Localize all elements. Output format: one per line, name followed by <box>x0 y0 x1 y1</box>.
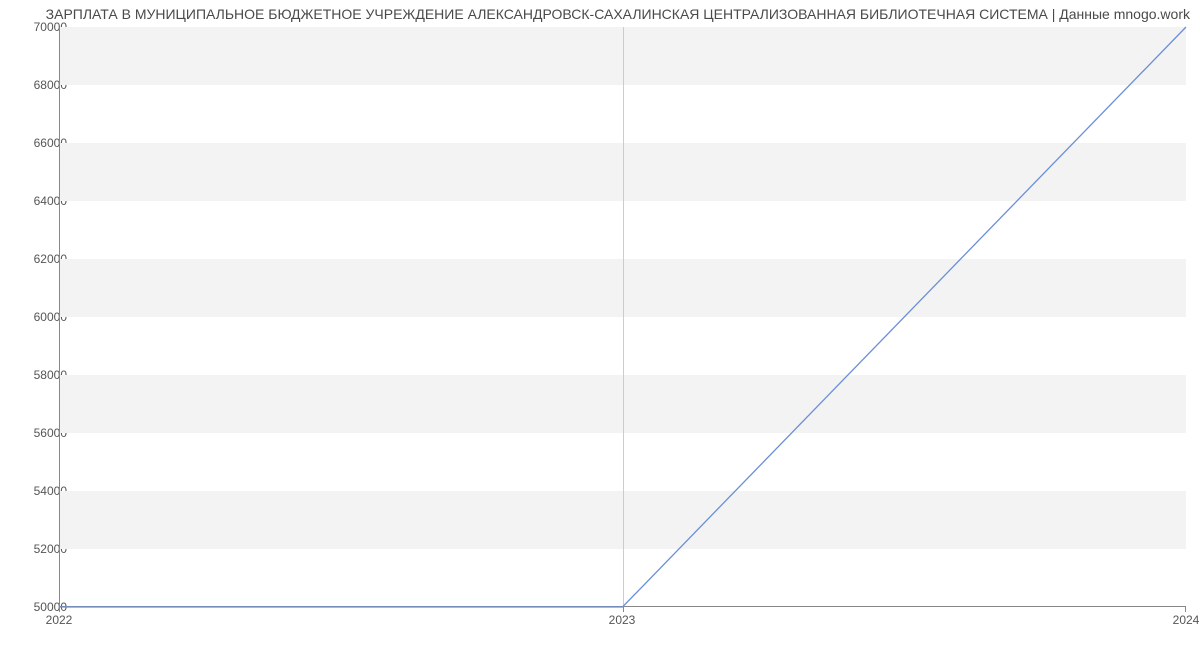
line-series <box>59 27 1186 607</box>
x-tick-label: 2024 <box>1173 613 1200 627</box>
chart-container: ЗАРПЛАТА В МУНИЦИПАЛЬНОЕ БЮДЖЕТНОЕ УЧРЕЖ… <box>0 0 1200 650</box>
x-tick-mark <box>1185 607 1186 612</box>
x-tick-label: 2022 <box>46 613 73 627</box>
x-tick-mark <box>623 607 624 612</box>
data-polyline <box>59 27 1186 607</box>
x-tick-mark <box>59 607 60 612</box>
x-tick-label: 2023 <box>609 613 636 627</box>
plot-area <box>59 27 1186 607</box>
chart-title: ЗАРПЛАТА В МУНИЦИПАЛЬНОЕ БЮДЖЕТНОЕ УЧРЕЖ… <box>0 6 1190 22</box>
